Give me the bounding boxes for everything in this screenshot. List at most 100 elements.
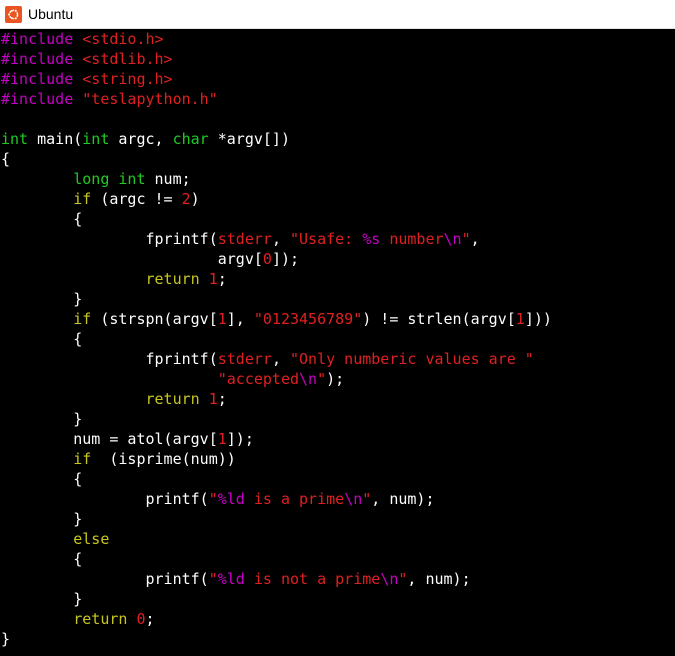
code-token: \n [443, 230, 462, 248]
code-token: #include [1, 30, 83, 48]
code-line: num = atol(argv[1]); [1, 429, 675, 449]
code-token: #include [1, 70, 83, 88]
code-token: ; [217, 390, 227, 408]
code-token: fprintf( [1, 230, 218, 248]
code-line: { [1, 549, 675, 569]
code-token: return [145, 390, 200, 408]
code-token: (isprime(num)) [91, 450, 236, 468]
code-line: #include <string.h> [1, 69, 675, 89]
code-token: 1 [217, 430, 227, 448]
code-token: is a prime [244, 490, 345, 508]
code-token: "teslapython.h" [82, 90, 218, 108]
terminal-window: Ubuntu #include <stdio.h> #include <stdli… [0, 0, 675, 656]
code-line: #include "teslapython.h" [1, 89, 675, 109]
code-token: "Usafe: [290, 230, 363, 248]
code-token: "0123456789" [253, 310, 363, 328]
code-line: { [1, 149, 675, 169]
code-line: { [1, 209, 675, 229]
code-line: } [1, 589, 675, 609]
code-line: if (strspn(argv[1], "0123456789") != str… [1, 309, 675, 329]
code-token: argc, [109, 130, 173, 148]
code-token: , num); [407, 570, 471, 588]
code-token: ]); [226, 430, 254, 448]
code-line: if (isprime(num)) [1, 449, 675, 469]
code-line: #include <stdlib.h> [1, 49, 675, 69]
code-token: return [145, 270, 200, 288]
code-line: } [1, 409, 675, 429]
code-token: 0 [136, 610, 146, 628]
code-listing: #include <stdio.h> #include <stdlib.h> #in… [0, 29, 675, 649]
code-token: { [1, 550, 83, 568]
code-token: return [73, 610, 128, 628]
code-token: is not a prime [244, 570, 381, 588]
code-token: %ld [217, 570, 245, 588]
code-token: " [208, 570, 218, 588]
terminal-content[interactable]: #include <stdio.h> #include <stdlib.h> #in… [0, 29, 675, 656]
code-token: } [1, 630, 11, 648]
code-line: fprintf(stderr, "Usafe: %s number\n", [1, 229, 675, 249]
code-token: { [1, 210, 83, 228]
code-token: 1 [208, 390, 218, 408]
code-token: "accepted [217, 370, 300, 388]
code-token: if [73, 190, 92, 208]
code-token: " [461, 230, 471, 248]
code-token: } [1, 290, 83, 308]
code-line: int main(int argc, char *argv[]) [1, 129, 675, 149]
code-line: return 0; [1, 609, 675, 629]
code-token: #include [1, 50, 83, 68]
code-line: #include <stdio.h> [1, 29, 675, 49]
code-token: 1 [217, 310, 227, 328]
code-token: " [208, 490, 218, 508]
code-token: 0 [262, 250, 272, 268]
code-token: number [380, 230, 444, 248]
code-token: int [82, 130, 110, 148]
code-token: long [73, 170, 110, 188]
title-bar[interactable]: Ubuntu [0, 0, 675, 29]
code-line: { [1, 329, 675, 349]
code-token: <stdio.h> [82, 30, 164, 48]
code-token: \n [299, 370, 318, 388]
ubuntu-logo-icon [5, 5, 22, 23]
code-line: fprintf(stderr, "Only numberic values ar… [1, 349, 675, 369]
code-token: ; [217, 270, 227, 288]
window-title: Ubuntu [28, 6, 74, 22]
code-token: stderr [217, 350, 272, 368]
code-token: { [1, 150, 11, 168]
code-token: <stdlib.h> [82, 50, 173, 68]
code-token: (strspn(argv[ [91, 310, 218, 328]
code-token: int [118, 170, 146, 188]
code-line: } [1, 289, 675, 309]
code-token: num = atol(argv[ [1, 430, 218, 448]
code-token: "Only numberic values are " [290, 350, 534, 368]
code-token: main( [28, 130, 83, 148]
code-line: return 1; [1, 389, 675, 409]
code-token: , num); [371, 490, 435, 508]
code-token: <string.h> [82, 70, 173, 88]
code-token: *argv[]) [208, 130, 290, 148]
code-token: else [73, 530, 110, 548]
code-token: { [1, 470, 83, 488]
code-token: , [271, 230, 290, 248]
code-token: printf( [1, 490, 209, 508]
code-token: if [73, 310, 92, 328]
code-token: " [362, 490, 372, 508]
code-token: 2 [181, 190, 191, 208]
code-token: stderr [217, 230, 272, 248]
code-token: , [470, 230, 480, 248]
code-token: } [1, 590, 83, 608]
code-token: } [1, 510, 83, 528]
code-token: , [271, 350, 290, 368]
code-token: \n [380, 570, 399, 588]
code-line: printf("%ld is not a prime\n", num); [1, 569, 675, 589]
code-token: if [73, 450, 92, 468]
